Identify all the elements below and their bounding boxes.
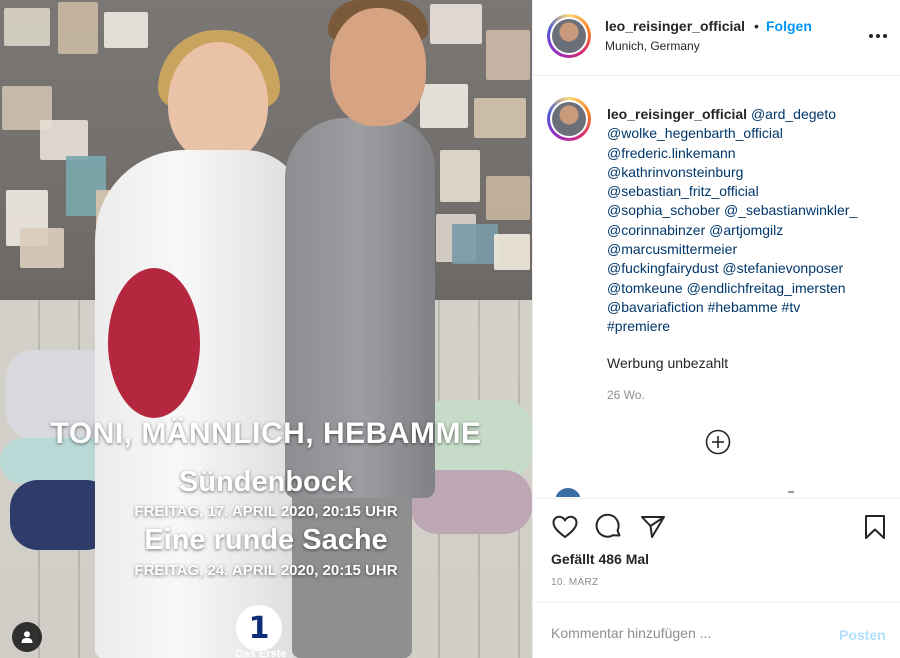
author-username[interactable]: leo_reisinger_official (605, 18, 745, 34)
caption-line: #premiere (607, 317, 887, 336)
mention-link[interactable]: @marcusmittermeier (607, 241, 737, 257)
mention-link[interactable]: @endlichfreitag_imersten (687, 280, 846, 296)
caption-age[interactable]: 26 Wo. (607, 388, 645, 402)
channel-logo: 1 (236, 605, 282, 651)
user-icon (21, 631, 33, 643)
mention-link[interactable]: @sophia_schober (607, 202, 720, 218)
avatar-image (552, 102, 586, 136)
caption-line: @kathrinvonsteinburg (607, 163, 887, 182)
caption-line: @frederic.linkemann (607, 144, 887, 163)
mention-link[interactable]: @sebastian_fritz_official (607, 183, 759, 199)
mention-link[interactable]: @bavariafiction (607, 299, 704, 315)
hashtag-link[interactable]: #premiere (607, 318, 670, 334)
separator-dot: • (754, 18, 759, 34)
mention-link[interactable]: @stefanievonposer (722, 260, 843, 276)
show-title: TONI, MÄNNLICH, HEBAMME (50, 417, 482, 450)
mention-link[interactable]: @wolke_hegenbarth_official (607, 125, 783, 141)
caption-line: @sophia_schober @_sebastianwinkler_ (607, 201, 887, 220)
caption-line: @tomkeune @endlichfreitag_imersten (607, 279, 887, 298)
caption-note: Werbung unbezahlt (607, 355, 729, 371)
caption-username[interactable]: leo_reisinger_official (607, 106, 747, 122)
episode-1-title: Sündenbock (178, 466, 353, 498)
tagged-users-button[interactable] (12, 622, 42, 652)
author-avatar[interactable] (547, 14, 591, 58)
post-comment-button[interactable]: Posten (839, 627, 886, 643)
man-face (330, 8, 426, 126)
heart-icon[interactable] (551, 513, 579, 541)
truncated-comment (788, 491, 794, 493)
comment-input[interactable] (551, 625, 821, 641)
comment-icon[interactable] (595, 513, 623, 541)
mention-link[interactable]: @fuckingfairydust (607, 260, 718, 276)
post-caption: leo_reisinger_official @ard_degeto @wolke… (607, 105, 887, 337)
bookmark-icon[interactable] (861, 513, 889, 541)
more-options-icon[interactable] (869, 26, 889, 46)
mention-link[interactable]: @corinnabinzer (607, 222, 705, 238)
woman-face (168, 42, 268, 162)
hashtag-link[interactable]: #hebamme (708, 299, 778, 315)
mention-link[interactable]: @kathrinvonsteinburg (607, 164, 743, 180)
mention-link[interactable]: @frederic.linkemann (607, 145, 736, 161)
mention-link[interactable]: @artjomgilz (709, 222, 783, 238)
post-actions: Gefällt 486 Mal 10. MÄRZ (533, 498, 900, 598)
channel-name: Das Erste (235, 648, 287, 658)
like-count[interactable]: Gefällt 486 Mal (551, 551, 649, 567)
follow-button[interactable]: Folgen (766, 18, 812, 34)
post-sidebar: leo_reisinger_official • Folgen Munich, … (532, 0, 900, 658)
load-more-comments-icon[interactable] (705, 429, 731, 455)
pregnant-belly (108, 268, 200, 418)
caption-line: @marcusmittermeier (607, 240, 887, 259)
hashtag-link[interactable]: #tv (782, 299, 801, 315)
caption-line: leo_reisinger_official @ard_degeto (607, 105, 887, 124)
post-location[interactable]: Munich, Germany (605, 39, 700, 53)
avatar-image (552, 19, 586, 53)
add-comment-bar: Posten (533, 602, 900, 658)
post-image[interactable]: TONI, MÄNNLICH, HEBAMME Sündenbock FREIT… (0, 0, 532, 658)
post-date[interactable]: 10. MÄRZ (551, 577, 598, 588)
post-header: leo_reisinger_official • Folgen Munich, … (533, 0, 900, 76)
episode-1-date: FREITAG, 17. APRIL 2020, 20:15 UHR (134, 503, 398, 520)
caption-author-avatar[interactable] (547, 97, 591, 141)
mention-link[interactable]: @tomkeune (607, 280, 683, 296)
episode-2-title: Eine runde Sache (144, 524, 388, 556)
comment-avatar[interactable] (555, 488, 581, 497)
comments-section: leo_reisinger_official @ard_degeto @wolke… (533, 77, 900, 497)
share-icon[interactable] (639, 513, 667, 541)
caption-line: @wolke_hegenbarth_official (607, 124, 887, 143)
mention-link[interactable]: @ard_degeto (751, 106, 836, 122)
caption-line: @sebastian_fritz_official (607, 182, 887, 201)
mention-link[interactable]: @_sebastianwinkler_ (724, 202, 857, 218)
caption-line: @bavariafiction #hebamme #tv (607, 298, 887, 317)
caption-line: @fuckingfairydust @stefanievonposer (607, 259, 887, 278)
caption-line: @corinnabinzer @artjomgilz (607, 221, 887, 240)
episode-2-date: FREITAG, 24. APRIL 2020, 20:15 UHR (134, 562, 398, 579)
